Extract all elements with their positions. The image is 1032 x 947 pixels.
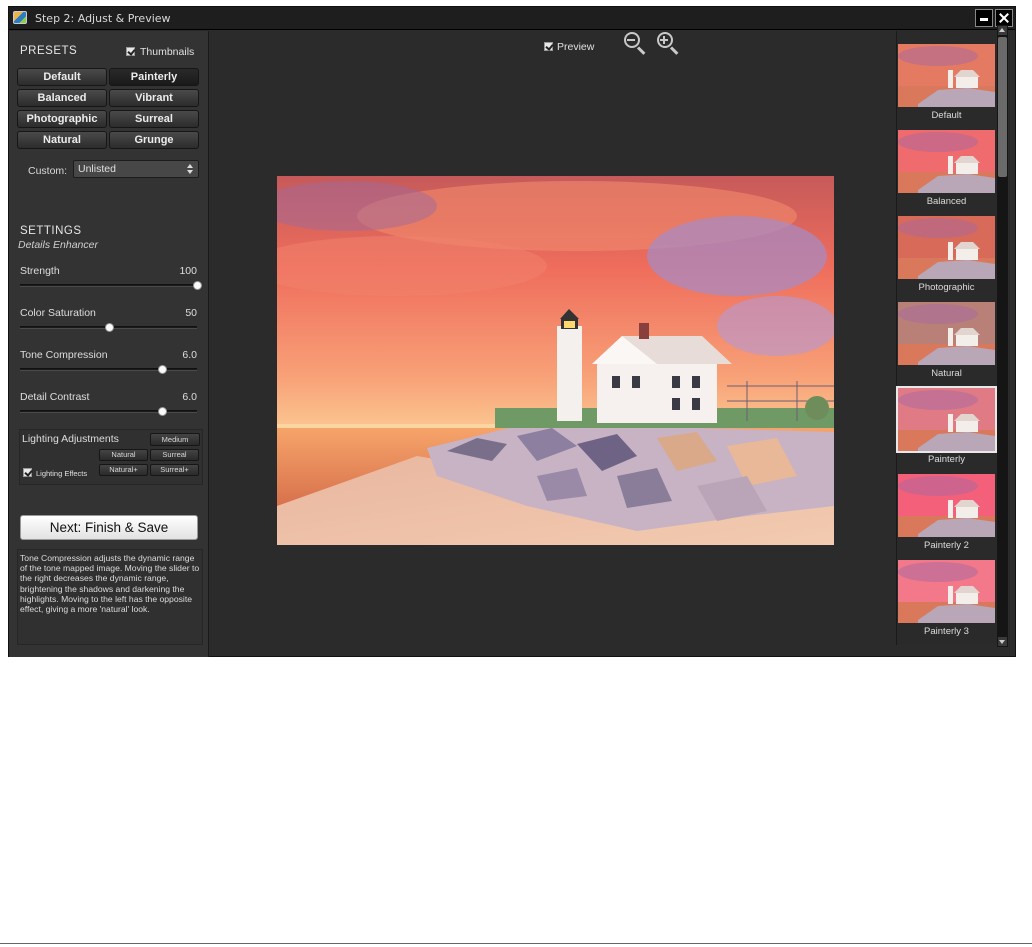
preset-default-button[interactable]: Default <box>17 68 107 86</box>
scroll-down-icon[interactable] <box>998 637 1007 646</box>
thumbnail-painterly-2[interactable] <box>898 474 995 537</box>
thumbnail-label: Balanced <box>926 196 967 207</box>
thumbnail-label: Photographic <box>918 282 975 293</box>
lighting-effects-label: Lighting Effects <box>36 469 88 478</box>
thumbnail-painterly-3[interactable] <box>898 560 995 623</box>
lighting-natural-plus-button[interactable]: Natural+ <box>99 464 148 476</box>
preset-photographic-button[interactable]: Photographic <box>17 110 107 128</box>
presets-title: PRESETS <box>20 45 78 57</box>
lighting-adjustments-title: Lighting Adjustments <box>22 433 119 445</box>
divider <box>0 943 1032 944</box>
thumbnails-label: Thumbnails <box>140 46 195 58</box>
detail-contrast-slider[interactable] <box>20 407 197 416</box>
preset-surreal-button[interactable]: Surreal <box>109 110 199 128</box>
custom-label: Custom: <box>28 165 68 177</box>
thumbnail-label: Default <box>931 110 962 121</box>
thumbnail-label: Natural <box>931 368 962 379</box>
preset-grunge-button[interactable]: Grunge <box>109 131 199 149</box>
preview-checkbox[interactable] <box>544 42 553 51</box>
custom-preset-select[interactable]: Unlisted <box>73 160 199 178</box>
tone-compression-slider[interactable] <box>20 365 197 374</box>
preview-image <box>277 176 834 545</box>
custom-select-value: Unlisted <box>78 163 116 175</box>
detail-contrast-value: 6.0 <box>182 391 197 403</box>
tone-compression-slider-thumb[interactable] <box>157 365 167 374</box>
thumbnail-painterly[interactable] <box>896 386 997 453</box>
lighting-medium-button[interactable]: Medium <box>150 433 200 446</box>
thumbnail-label: Painterly 2 <box>924 540 969 551</box>
thumbnail-natural[interactable] <box>898 302 995 365</box>
settings-title: SETTINGS <box>20 225 82 237</box>
tone-compression-value: 6.0 <box>182 349 197 361</box>
thumbnail-scrollbar[interactable] <box>997 25 1008 647</box>
app-icon <box>13 11 27 24</box>
strength-slider-thumb[interactable] <box>193 281 202 290</box>
settings-subtitle: Details Enhancer <box>18 239 98 251</box>
preset-balanced-button[interactable]: Balanced <box>17 89 107 107</box>
scroll-thumb[interactable] <box>998 37 1007 177</box>
strength-value: 100 <box>179 265 197 277</box>
color-saturation-value: 50 <box>185 307 197 319</box>
lighting-surreal-plus-button[interactable]: Surreal+ <box>150 464 199 476</box>
title-bar: Step 2: Adjust & Preview <box>9 7 1015 30</box>
strength-label: Strength <box>20 265 60 277</box>
lighting-surreal-button[interactable]: Surreal <box>150 449 199 461</box>
help-text: Tone Compression adjusts the dynamic ran… <box>17 549 203 645</box>
thumbnail-default[interactable] <box>898 44 995 107</box>
lighting-effects-checkbox[interactable] <box>23 468 32 477</box>
thumbnails-checkbox[interactable] <box>126 47 135 56</box>
next-finish-save-button[interactable]: Next: Finish & Save <box>20 515 198 540</box>
tone-compression-label: Tone Compression <box>20 349 108 361</box>
lighting-adjustments-box: Lighting Adjustments Medium Natural Surr… <box>19 429 203 485</box>
thumbnail-photographic[interactable] <box>898 216 995 279</box>
scroll-up-icon[interactable] <box>998 26 1007 35</box>
minimize-icon[interactable] <box>975 9 993 27</box>
preview-label: Preview <box>557 41 595 53</box>
detail-contrast-slider-thumb[interactable] <box>157 407 167 416</box>
window-title: Step 2: Adjust & Preview <box>35 12 171 25</box>
thumbnail-label: Painterly 3 <box>924 626 969 637</box>
thumbnail-balanced[interactable] <box>898 130 995 193</box>
zoom-in-icon[interactable] <box>655 30 681 58</box>
select-arrows-icon <box>187 164 193 174</box>
strength-slider[interactable] <box>20 281 202 290</box>
left-panel: PRESETS Thumbnails Default Painterly Bal… <box>9 31 209 657</box>
preset-natural-button[interactable]: Natural <box>17 131 107 149</box>
color-saturation-slider-thumb[interactable] <box>104 323 114 332</box>
preset-vibrant-button[interactable]: Vibrant <box>109 89 199 107</box>
color-saturation-label: Color Saturation <box>20 307 96 319</box>
thumbnail-label: Painterly <box>928 454 965 465</box>
zoom-out-icon[interactable] <box>622 30 648 58</box>
preset-painterly-button[interactable]: Painterly <box>109 68 199 86</box>
lighting-natural-button[interactable]: Natural <box>99 449 148 461</box>
color-saturation-slider[interactable] <box>20 323 197 332</box>
detail-contrast-label: Detail Contrast <box>20 391 90 403</box>
